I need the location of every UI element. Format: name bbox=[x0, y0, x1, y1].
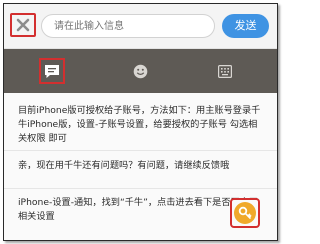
close-button[interactable] bbox=[10, 13, 36, 37]
tab-keyboard[interactable] bbox=[215, 49, 235, 93]
list-item: 目前iPhone版可授权给子账号，方法如下：用主账号登录千牛iPhone版，设置… bbox=[18, 105, 261, 144]
floating-button[interactable] bbox=[230, 198, 260, 228]
keyboard-icon bbox=[218, 64, 232, 78]
close-icon bbox=[16, 18, 30, 32]
send-button[interactable]: 发送 bbox=[222, 14, 269, 38]
chat-icon bbox=[45, 64, 59, 78]
key-icon bbox=[238, 206, 252, 219]
input-bar: 发送 bbox=[4, 4, 277, 49]
message-input[interactable] bbox=[41, 14, 215, 38]
list-item: 亲，现在用千牛还有问题吗？有问题，请继续反馈哦 bbox=[18, 160, 230, 171]
tab-chat[interactable] bbox=[38, 49, 66, 93]
selected-highlight bbox=[39, 58, 65, 84]
divider bbox=[4, 188, 277, 189]
badge bbox=[234, 202, 256, 224]
divider bbox=[4, 150, 277, 151]
tab-bar bbox=[4, 49, 277, 93]
app-window: 发送 bbox=[3, 3, 278, 241]
emoji-icon bbox=[133, 64, 147, 78]
list-item: iPhone-设置-通知，找到“千牛”，点击进去看下是否开启了相关设置 bbox=[18, 197, 259, 222]
tab-emoji[interactable] bbox=[128, 49, 152, 93]
